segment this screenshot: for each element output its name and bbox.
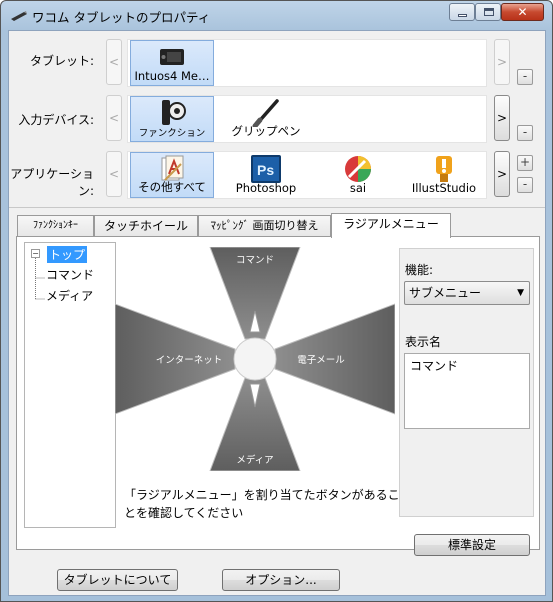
radial-menu-panel: − トップ コマンド メディア コマンド インターネット 電子メール メディア: [16, 236, 540, 556]
tree-node-media[interactable]: メディア: [46, 287, 93, 304]
application-label: アプリケーション:: [10, 167, 94, 198]
grip-pen-tile[interactable]: グリップペン: [224, 96, 308, 142]
application-remove-button[interactable]: -: [517, 177, 533, 193]
radial-center: [233, 337, 277, 381]
tablet-remove-button[interactable]: -: [517, 69, 533, 85]
sai-label: sai: [349, 181, 367, 195]
window-title: ワコム タブレットのプロパティ: [32, 10, 211, 25]
properties-window: ワコム タブレットのプロパティ ✕ タブレット: < Intuos4 Me… >…: [0, 0, 553, 602]
radial-label-left: インターネット: [156, 355, 223, 366]
defaults-button[interactable]: 標準設定: [414, 534, 530, 556]
application-strip: その他すべて Ps Photoshop sai IllustStudio: [127, 151, 487, 199]
pen-tablet-icon: [11, 11, 27, 21]
device-next-button[interactable]: >: [494, 95, 510, 141]
tab-touch-wheel[interactable]: タッチホイール: [94, 215, 198, 237]
radial-menu-diagram: コマンド インターネット 電子メール メディア: [115, 247, 395, 471]
about-tablet-button[interactable]: タブレットについて: [57, 569, 178, 591]
minimize-icon: [458, 14, 467, 17]
assign-button-message: 「ラジアルメニュー」を割り当てたボタンがあることを確認してください: [124, 488, 400, 520]
function-keys-label: ファンクション: [138, 128, 206, 139]
function-keys-tile[interactable]: ファンクション: [130, 96, 214, 142]
sai-tile[interactable]: sai: [316, 152, 400, 198]
photoshop-icon: Ps: [251, 155, 281, 183]
radial-label-bottom: メディア: [236, 454, 273, 466]
menu-tree: − トップ コマンド メディア: [24, 242, 116, 528]
collapse-icon[interactable]: −: [31, 249, 40, 258]
tablet-label: タブレット:: [29, 54, 94, 68]
function-keys-icon: [162, 100, 186, 125]
device-label: 入力デバイス:: [18, 113, 94, 127]
display-name-label: 表示名: [405, 335, 442, 349]
tab-mapping[interactable]: ﾏｯﾋﾟﾝｸﾞ 画面切り替え: [198, 215, 331, 237]
chevron-down-icon: ▼: [517, 288, 524, 298]
minimize-button[interactable]: [449, 3, 475, 21]
tree-node-top[interactable]: トップ: [47, 246, 88, 263]
display-name-field[interactable]: コマンド: [404, 353, 530, 429]
tablet-icon: [160, 49, 184, 65]
maximize-icon: [484, 8, 494, 16]
tab-function-keys[interactable]: ﾌｧﾝｸｼｮﾝｷｰ: [17, 215, 94, 237]
radial-label-top: コマンド: [236, 255, 274, 266]
tablet-strip: Intuos4 Me…: [127, 39, 487, 87]
item-settings-panel: 機能: サブメニュー ▼ 表示名 コマンド: [399, 248, 534, 517]
close-button[interactable]: ✕: [501, 3, 544, 21]
options-button[interactable]: オプション...: [222, 569, 340, 591]
tab-radial-menu[interactable]: ラジアルメニュー: [331, 213, 451, 238]
row-separator: [9, 207, 545, 208]
illuststudio-tile[interactable]: IllustStudio: [402, 152, 486, 198]
radial-label-right: 電子メール: [297, 355, 345, 366]
tablet-prev-button[interactable]: <: [106, 39, 122, 85]
tablet-tile[interactable]: Intuos4 Me…: [130, 40, 214, 86]
device-remove-button[interactable]: -: [517, 125, 533, 141]
function-dropdown-value: サブメニュー: [409, 286, 482, 300]
tree-node-command[interactable]: コマンド: [46, 266, 94, 283]
photoshop-tile[interactable]: Ps Photoshop: [224, 152, 308, 198]
all-other-apps-label: その他すべて: [138, 180, 206, 194]
function-dropdown[interactable]: サブメニュー ▼: [404, 281, 530, 305]
application-add-button[interactable]: +: [517, 155, 533, 171]
application-prev-button[interactable]: <: [106, 151, 122, 197]
application-next-button[interactable]: >: [494, 151, 510, 197]
title-bar[interactable]: ワコム タブレットのプロパティ ✕: [1, 1, 552, 29]
all-other-apps-tile[interactable]: その他すべて: [130, 152, 214, 198]
illuststudio-icon: [436, 156, 452, 182]
tablet-next-button[interactable]: >: [494, 39, 510, 85]
svg-text:Ps: Ps: [257, 162, 274, 178]
sai-icon: [345, 156, 371, 182]
close-icon: ✕: [517, 5, 528, 19]
maximize-button[interactable]: [475, 3, 501, 21]
photoshop-label: Photoshop: [235, 181, 297, 195]
tablet-tile-label: Intuos4 Me…: [134, 69, 210, 83]
function-label: 機能:: [405, 263, 434, 277]
illuststudio-label: IllustStudio: [411, 181, 477, 195]
device-strip: ファンクション グリップペン: [127, 95, 487, 143]
device-prev-button[interactable]: <: [106, 95, 122, 141]
grip-pen-label: グリップペン: [231, 124, 301, 138]
